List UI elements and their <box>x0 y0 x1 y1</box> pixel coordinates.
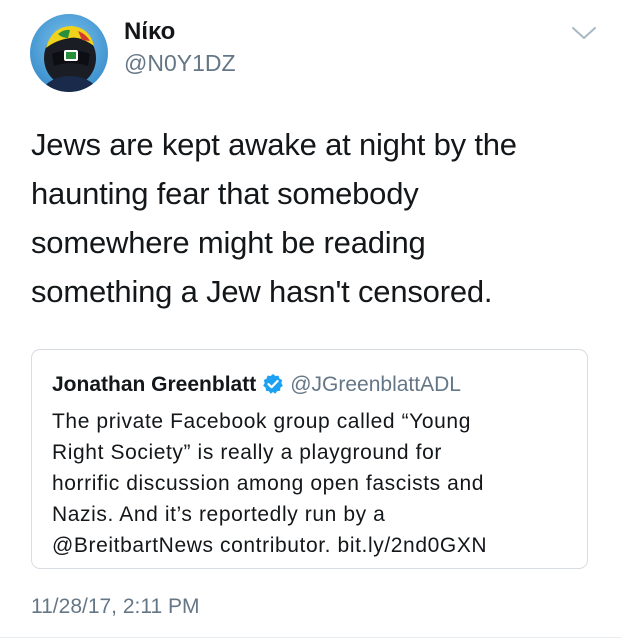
divider <box>0 637 621 638</box>
helmet-avatar-icon <box>30 14 108 92</box>
tweet-timestamp[interactable]: 11/28/17, 2:11 PM <box>31 594 200 620</box>
quoted-tweet-text: The private Facebook group called “Young… <box>52 406 582 561</box>
tweet-text-line: somewhere might be reading <box>31 225 426 260</box>
verified-badge-icon <box>262 373 284 395</box>
quoted-text-line: @BreitbartNews contributor. bit.ly/2nd0G… <box>52 534 488 557</box>
author-handle[interactable]: @N0Y1DZ <box>124 49 236 77</box>
author-display-name[interactable]: Νίκο <box>124 18 175 46</box>
tweet-text-line: something a Jew hasn't censored. <box>31 274 493 309</box>
tweet-text: Jews are kept awake at night by the haun… <box>31 120 601 316</box>
quoted-text-line: The private Facebook group called “Young <box>52 410 471 433</box>
quoted-tweet-header: Jonathan Greenblatt @JGreenblattADL <box>52 372 461 398</box>
tweet-text-line: haunting fear that somebody <box>31 176 419 211</box>
tweet-text-line: Jews are kept awake at night by the <box>31 127 517 162</box>
quoted-text-line: horrific discussion among open fascists … <box>52 472 485 495</box>
quoted-text-line: Right Society” is really a playground fo… <box>52 441 442 464</box>
avatar[interactable] <box>30 14 108 92</box>
quoted-author-handle: @JGreenblattADL <box>290 373 461 396</box>
quoted-text-line: Nazis. And it’s reportedly run by a <box>52 503 386 526</box>
quoted-tweet-card[interactable]: Jonathan Greenblatt @JGreenblattADL The … <box>31 349 588 569</box>
quoted-author-name: Jonathan Greenblatt <box>52 373 257 396</box>
chevron-down-icon[interactable] <box>571 24 597 42</box>
